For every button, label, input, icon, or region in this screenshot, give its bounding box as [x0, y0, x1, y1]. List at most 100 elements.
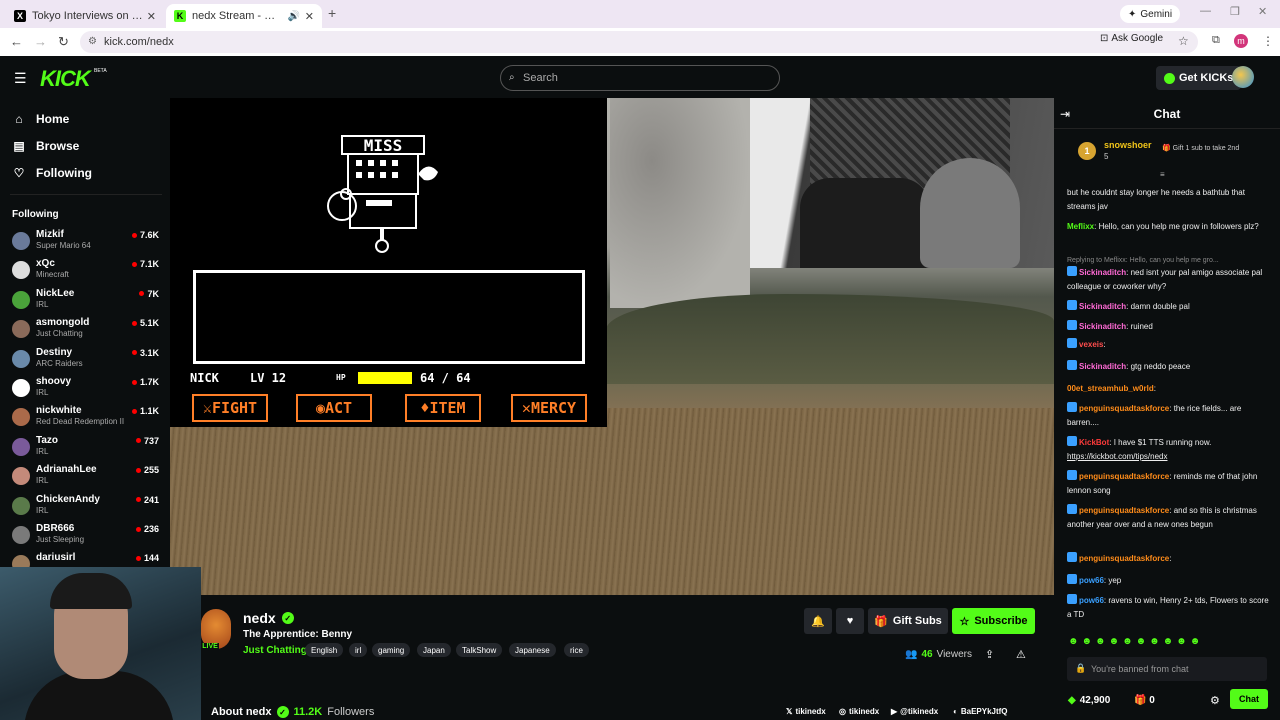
stream-category-link[interactable]: Just Chatting — [243, 645, 307, 656]
browser-menu-icon[interactable]: ⋮ — [1262, 34, 1274, 48]
chat-username[interactable]: penguinsquadtaskforce — [1079, 506, 1169, 515]
chat-username[interactable]: vexeis — [1079, 340, 1103, 349]
user-avatar[interactable] — [1232, 66, 1254, 88]
chat-message[interactable]: penguinsquadtaskforce: the rice fields..… — [1067, 402, 1272, 430]
streamer-name[interactable]: nedx ✓ — [243, 610, 294, 626]
following-item-chickenandy[interactable]: ChickenAndy IRL 241 — [12, 494, 162, 522]
chat-message[interactable]: Sickinaditch: ned isnt your pal amigo as… — [1067, 266, 1272, 294]
following-item-tazo[interactable]: Tazo IRL 737 — [12, 435, 162, 463]
reload-icon[interactable]: ↻ — [58, 34, 69, 50]
chat-filter-icon[interactable]: ≡ — [1160, 170, 1165, 179]
kick-logo[interactable]: KICK — [40, 66, 91, 92]
chat-username[interactable]: 00et_streamhub_w0rld — [1067, 384, 1154, 393]
channel-points[interactable]: ◆ 42,900 — [1068, 695, 1110, 706]
chat-link[interactable]: https://kickbot.com/tips/nedx — [1067, 452, 1168, 461]
chat-username[interactable]: Sickinaditch — [1079, 362, 1126, 371]
get-kicks-button[interactable]: Get KICKs — [1156, 66, 1242, 90]
following-item-nicklee[interactable]: NickLee IRL 7K — [12, 288, 162, 316]
chat-username[interactable]: pow66 — [1079, 596, 1104, 605]
report-icon[interactable]: ⚠ — [1016, 648, 1026, 661]
social-instagram-link[interactable]: ◎ tikinedx — [839, 707, 879, 716]
chat-settings-icon[interactable]: ⚙ — [1210, 694, 1220, 707]
gift-leaderboard[interactable]: 1 snowshoer 5 🎁 Gift 1 sub to take 2nd — [1078, 140, 1278, 164]
gift-count[interactable]: 🎁 0 — [1134, 695, 1155, 706]
chat-message[interactable]: Sickinaditch: gtg neddo peace — [1067, 360, 1272, 374]
notification-button[interactable]: 🔔 — [804, 608, 832, 634]
address-bar[interactable]: ⚙ kick.com/nedx — [80, 31, 1198, 53]
following-item-adrianahlee[interactable]: AdrianahLee IRL 255 — [12, 464, 162, 492]
chat-username[interactable]: Sickinaditch — [1079, 268, 1126, 277]
tab-nedx-stream[interactable]: K nedx Stream - Watch Live o 🔊 ✕ — [166, 4, 322, 28]
ask-google-button[interactable]: ⊡ Ask Google — [1100, 33, 1163, 44]
extensions-icon[interactable]: ⧉ — [1212, 34, 1220, 47]
minimize-icon[interactable]: — — [1200, 5, 1211, 17]
follow-button[interactable]: ♥ — [836, 608, 864, 634]
following-item-mizkif[interactable]: Mizkif Super Mario 64 7.6K — [12, 229, 162, 257]
emote-row[interactable]: ☻☻☻☻☻☻☻☻☻☻ — [1068, 636, 1268, 650]
chat-message[interactable]: pow66: ravens to win, Henry 2+ tds, Flow… — [1067, 594, 1272, 622]
close-window-icon[interactable]: ✕ — [1258, 5, 1267, 18]
chat-send-button[interactable]: Chat — [1230, 689, 1268, 709]
chat-username[interactable]: penguinsquadtaskforce — [1079, 554, 1169, 563]
sidebar-item-following[interactable]: ♡ Following — [12, 166, 92, 180]
maximize-icon[interactable]: ❐ — [1230, 5, 1240, 18]
chat-message[interactable]: 00et_streamhub_w0rld: — [1067, 382, 1272, 396]
following-viewer-count: 144 — [143, 553, 159, 564]
share-icon[interactable]: ⇪ — [985, 648, 994, 661]
following-item-dbr666[interactable]: DBR666 Just Sleeping 236 — [12, 523, 162, 551]
chat-message[interactable]: but he couldnt stay longer he needs a ba… — [1067, 186, 1272, 214]
following-item-shoovy[interactable]: shoovy IRL 1.7K — [12, 376, 162, 404]
chat-message[interactable]: vexeis: — [1067, 338, 1272, 352]
chat-message[interactable]: penguinsquadtaskforce: — [1067, 552, 1272, 566]
sidebar-item-home[interactable]: ⌂ Home — [12, 112, 69, 126]
following-item-xqc[interactable]: xQc Minecraft 7.1K — [12, 258, 162, 286]
tag-rice[interactable]: rice — [564, 643, 589, 657]
chat-message[interactable]: penguinsquadtaskforce: reminds me of tha… — [1067, 470, 1272, 498]
speaker-icon[interactable]: 🔊 — [288, 11, 300, 22]
gift-subs-button[interactable]: 🎁 Gift Subs — [868, 608, 948, 634]
tag-japanese[interactable]: Japanese — [509, 643, 556, 657]
tag-english[interactable]: English — [305, 643, 344, 657]
following-item-nickwhite[interactable]: nickwhite Red Dead Redemption II 1.1K — [12, 405, 162, 433]
chat-message[interactable]: Sickinaditch: ruined — [1067, 320, 1272, 334]
tag-irl[interactable]: irl — [349, 643, 368, 657]
tag-gaming[interactable]: gaming — [372, 643, 411, 657]
tab-tokyo-interviews[interactable]: X Tokyo Interviews on X: "@callin ✕ — [6, 4, 164, 28]
collapse-chat-icon[interactable]: ⇥ — [1060, 107, 1070, 121]
chat-input[interactable]: 🔒 You're banned from chat — [1067, 657, 1267, 681]
chat-username[interactable]: Meflixx — [1067, 222, 1094, 231]
chat-username[interactable]: penguinsquadtaskforce — [1079, 404, 1169, 413]
following-item-destiny[interactable]: Destiny ARC Raiders 3.1K — [12, 347, 162, 375]
social-discord-link[interactable]: ◐ BaEPYkJtfQ — [953, 707, 1008, 716]
gemini-button[interactable]: ✦ Gemini — [1120, 5, 1181, 23]
tag-japan[interactable]: Japan — [417, 643, 451, 657]
back-icon[interactable]: ← — [10, 34, 23, 49]
profile-avatar[interactable]: m — [1234, 34, 1248, 48]
close-tab-icon[interactable]: ✕ — [305, 10, 314, 23]
search-input[interactable]: ⌕ Search — [500, 65, 780, 91]
following-viewers: 144 — [135, 553, 159, 564]
bookmark-star-icon[interactable]: ☆ — [1178, 34, 1189, 48]
close-tab-icon[interactable]: ✕ — [147, 10, 156, 23]
subscribe-button[interactable]: ☆ Subscribe — [952, 608, 1035, 634]
chat-username[interactable]: pow66 — [1079, 576, 1104, 585]
tag-talkshow[interactable]: TalkShow — [456, 643, 503, 657]
chat-username[interactable]: Sickinaditch — [1079, 302, 1126, 311]
sidebar-item-browse[interactable]: ▤ Browse — [12, 139, 79, 153]
chat-username[interactable]: penguinsquadtaskforce — [1079, 472, 1169, 481]
social-x-link[interactable]: 𝕏tikinedx — [786, 707, 826, 716]
video-player[interactable]: MISS NICK LV 12 HP 64 / 64 ⚔ FIGHT ◉ ACT… — [170, 98, 1054, 595]
new-tab-icon[interactable]: + — [328, 5, 336, 21]
chat-message[interactable]: Sickinaditch: damn double pal — [1067, 300, 1272, 314]
social-youtube-link[interactable]: ▶ @tikinedx — [891, 707, 938, 716]
chat-message[interactable]: penguinsquadtaskforce: and so this is ch… — [1067, 504, 1272, 532]
chat-message[interactable]: KickBot: I have $1 TTS running now. https… — [1067, 436, 1272, 464]
chat-message[interactable]: Meflixx: Hello, can you help me grow in … — [1067, 220, 1272, 234]
hamburger-menu-icon[interactable]: ☰ — [14, 70, 27, 87]
chat-message[interactable]: pow66: yep — [1067, 574, 1272, 588]
chat-username[interactable]: Sickinaditch — [1079, 322, 1126, 331]
forward-icon[interactable]: → — [34, 34, 47, 49]
site-info-icon[interactable]: ⚙ — [88, 36, 97, 47]
following-item-asmongold[interactable]: asmongold Just Chatting 5.1K — [12, 317, 162, 345]
chat-username[interactable]: KickBot — [1079, 438, 1109, 447]
